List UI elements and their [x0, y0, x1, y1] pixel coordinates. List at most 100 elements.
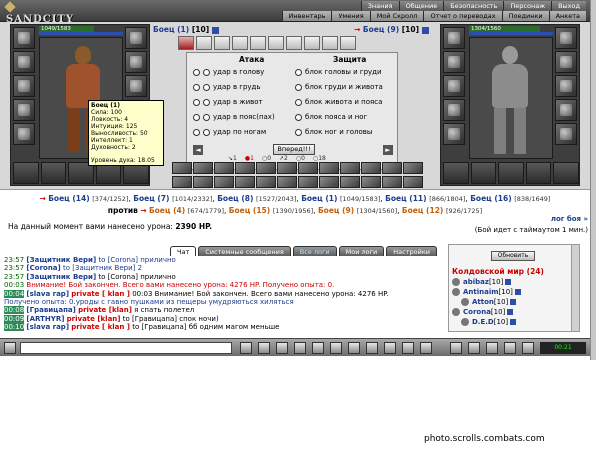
menu-knowledge[interactable]: Знания	[360, 1, 399, 11]
defense-option-groin-legs[interactable]: блок пояса и ног	[295, 113, 367, 121]
player-entry[interactable]: Atton [10]	[461, 298, 517, 306]
team-fighter-link[interactable]: Боец (11) [866/1804]	[385, 194, 465, 203]
earrings-slot[interactable]	[125, 27, 147, 49]
lock-icon[interactable]	[348, 342, 360, 354]
spell-icon[interactable]	[172, 162, 192, 174]
right-fighter-figure[interactable]	[469, 37, 553, 159]
next-arrow-icon[interactable]: ►	[383, 145, 393, 155]
menu-security[interactable]: Безопасность	[443, 1, 504, 11]
clan-icon[interactable]	[468, 342, 480, 354]
spell-icon[interactable]	[403, 175, 423, 188]
armor-slot[interactable]	[13, 99, 35, 121]
belt-item-slot[interactable]	[40, 162, 67, 184]
spell-icon[interactable]	[382, 162, 402, 174]
boots-slot[interactable]	[555, 123, 577, 145]
right-fighter-name[interactable]: → Боец (9) [10]	[354, 25, 429, 34]
clear-icon[interactable]	[258, 342, 270, 354]
attack-option-groin[interactable]: удар в пояс(пах)	[193, 113, 275, 121]
spell-icon[interactable]	[277, 175, 297, 188]
inventory-icon[interactable]	[504, 342, 516, 354]
settings-icon[interactable]	[384, 342, 396, 354]
filter-icon[interactable]	[294, 342, 306, 354]
player-entry[interactable]: abibaz [10]	[452, 278, 512, 286]
team-fighter-link[interactable]: Боец (16) [838/1649]	[470, 194, 550, 203]
helmet-slot[interactable]	[13, 27, 35, 49]
team-fighter-link[interactable]: Боец (15) [1390/1956]	[229, 206, 313, 215]
menu-character[interactable]: Персонаж	[503, 1, 552, 11]
team-fighter-link[interactable]: Боец (9) [1304/1560]	[318, 206, 397, 215]
spell-icon[interactable]	[361, 175, 381, 188]
tab-system-messages[interactable]: Системные сообщения	[198, 246, 291, 256]
belt-item-slot[interactable]	[443, 162, 469, 184]
shield-slot[interactable]	[555, 75, 577, 97]
sound-icon[interactable]	[330, 342, 342, 354]
belt-item-slot[interactable]	[525, 162, 552, 184]
weapon-slot[interactable]	[13, 75, 35, 97]
left-fighter-name[interactable]: Боец (1) [10]	[153, 25, 219, 34]
help-icon[interactable]	[402, 342, 414, 354]
attack-option-belly[interactable]: удар в живот	[193, 98, 263, 106]
attack-go-button[interactable]: Вперед!!!	[273, 144, 315, 155]
menu-my-scroll[interactable]: Мой Скролл	[369, 11, 424, 21]
spell-icon[interactable]	[256, 175, 276, 188]
spell-icon[interactable]	[193, 175, 213, 188]
menu-profile[interactable]: Анкета	[548, 11, 586, 21]
belt-slot[interactable]	[13, 123, 35, 145]
mail-icon[interactable]	[486, 342, 498, 354]
ring-slot[interactable]	[555, 99, 577, 121]
belt-item-slot[interactable]	[13, 162, 39, 184]
menu-transfer-report[interactable]: Отчет о переводах	[423, 11, 502, 21]
defense-option-chest-belly[interactable]: блок груди и живота	[295, 83, 383, 91]
action-slot-icon[interactable]	[340, 36, 356, 50]
earrings-slot[interactable]	[555, 27, 577, 49]
action-slot-icon[interactable]	[322, 36, 338, 50]
tab-my-logs[interactable]: Мои логи	[338, 246, 385, 256]
menu-skills[interactable]: Умения	[331, 11, 370, 21]
action-slot-icon[interactable]	[196, 36, 212, 50]
spell-icon[interactable]	[298, 175, 318, 188]
action-slot-icon[interactable]	[286, 36, 302, 50]
map-icon[interactable]	[522, 342, 534, 354]
tab-settings[interactable]: Настройки	[386, 246, 437, 256]
smiles-icon[interactable]	[276, 342, 288, 354]
spell-icon[interactable]	[172, 175, 192, 188]
gloves-slot[interactable]	[555, 51, 577, 73]
friends-icon[interactable]	[450, 342, 462, 354]
spell-icon[interactable]	[235, 175, 255, 188]
spell-icon[interactable]	[340, 162, 360, 174]
team-fighter-link[interactable]: Боец (8) [1527/2043]	[217, 194, 296, 203]
team-fighter-link[interactable]: Боец (1) [1049/1583]	[301, 194, 380, 203]
spell-icon[interactable]	[298, 162, 318, 174]
spell-icon[interactable]	[319, 175, 339, 188]
belt-slot[interactable]	[443, 123, 465, 145]
player-entry[interactable]: D.E.D [10]	[461, 318, 517, 326]
belt-item-slot[interactable]	[470, 162, 497, 184]
team-fighter-link[interactable]: Боец (12) [926/1725]	[402, 206, 482, 215]
team-fighter-link[interactable]: Боец (7) [1014/2332]	[133, 194, 212, 203]
attack-option-legs[interactable]: удар по ногам	[193, 128, 266, 136]
action-slot-icon[interactable]	[250, 36, 266, 50]
action-slot-icon[interactable]	[304, 36, 320, 50]
chat-log[interactable]: 23:57 [Защитник Вери] to [Corona] прилич…	[4, 256, 444, 348]
tab-all-logs[interactable]: Все логи	[292, 246, 337, 256]
team-fighter-link[interactable]: Боец (4) [674/1779]	[149, 206, 224, 215]
translit-icon[interactable]	[312, 342, 324, 354]
weapon-slot[interactable]	[443, 75, 465, 97]
spell-icon[interactable]	[256, 162, 276, 174]
spell-icon[interactable]	[361, 162, 381, 174]
player-entry[interactable]: Corona [10]	[452, 308, 514, 316]
belt-item-slot[interactable]	[498, 162, 524, 184]
refresh-button[interactable]: Обновить	[491, 251, 535, 261]
exit-icon[interactable]	[420, 342, 432, 354]
spell-icon[interactable]	[403, 162, 423, 174]
menu-communication[interactable]: Общение	[398, 1, 444, 11]
action-slot-icon[interactable]	[268, 36, 284, 50]
defense-option-legs-head[interactable]: блок ног и головы	[295, 128, 372, 136]
battle-log-link[interactable]: лог боя »	[551, 215, 588, 223]
spell-icon[interactable]	[214, 162, 234, 174]
menu-exit[interactable]: Выход	[551, 1, 586, 11]
menu-duels[interactable]: Поединки	[501, 11, 549, 21]
spell-icon[interactable]	[193, 162, 213, 174]
attack-option-chest[interactable]: удар в грудь	[193, 83, 261, 91]
helmet-slot[interactable]	[443, 27, 465, 49]
